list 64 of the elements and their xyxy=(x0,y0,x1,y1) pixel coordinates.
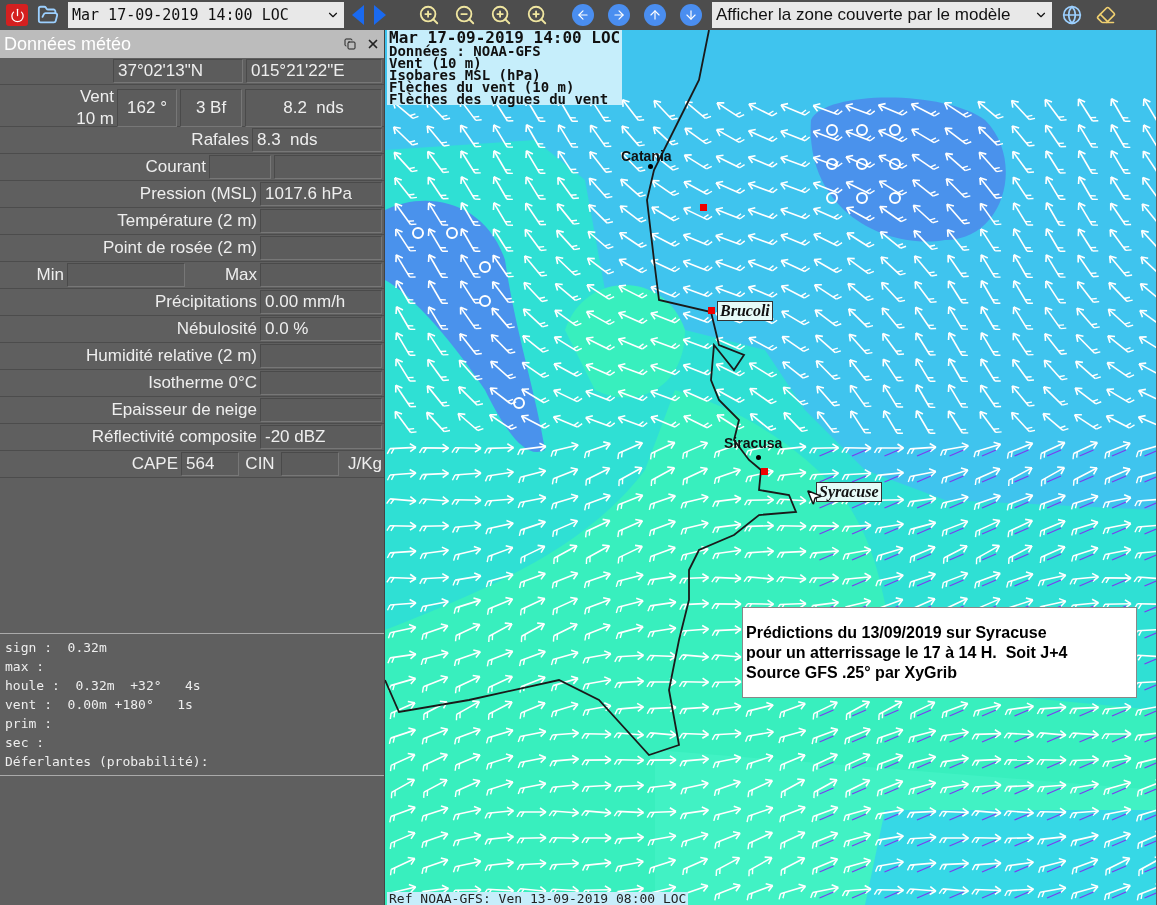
value-field: 37°02'13"N xyxy=(113,59,243,83)
field-label: Epaisseur de neige xyxy=(110,399,257,421)
pan-arrow-button[interactable] xyxy=(644,4,666,26)
field-label: Nébulosité xyxy=(175,318,257,340)
legend-line: Isobares MSL (hPa) xyxy=(389,69,541,81)
field-label: CAPE xyxy=(130,453,178,475)
wave-info-line: max : xyxy=(5,658,46,676)
legend-line: Vent (10 m) xyxy=(389,57,482,69)
waypoint-label[interactable]: Brucoli xyxy=(717,301,773,321)
value-field: 8.2 nds xyxy=(245,89,382,127)
value-field: 015°21'22"E xyxy=(246,59,382,83)
wave-info-line: sec : xyxy=(5,734,46,752)
field-label: Point de rosée (2 m) xyxy=(102,237,257,259)
field-label: 10 m xyxy=(76,108,114,130)
field-label: Min xyxy=(35,264,64,286)
value-field: 0.00 mm/h xyxy=(260,290,382,314)
legend-line: Données : NOAA-GFS xyxy=(389,45,542,57)
field-label: Précipitations xyxy=(153,291,257,313)
note-line: pour un atterrissage le 17 à 14 H. Soit J+4 xyxy=(746,643,1069,663)
wave-info-line: sign : 0.32m xyxy=(5,639,108,657)
field-label: Isotherme 0°C xyxy=(147,372,257,394)
field-label: Humidité relative (2 m) xyxy=(85,345,257,367)
wave-info-line: houle : 0.32m +32° 4s xyxy=(5,677,202,695)
power-button[interactable] xyxy=(6,4,28,26)
arrow-icon xyxy=(576,8,590,22)
arrow-icon xyxy=(612,8,626,22)
wave-info-line: Déferlantes (probabilité): xyxy=(5,753,210,771)
legend-line: Flèches des vagues du vent xyxy=(389,93,610,105)
restore-icon[interactable] xyxy=(344,38,356,50)
waypoint-label[interactable]: Syracuse xyxy=(816,482,882,502)
field-label: J/Kg xyxy=(346,453,382,475)
waypoint-marker-icon xyxy=(761,468,768,475)
date-dropdown[interactable]: Mar 17-09-2019 14:00 LOC xyxy=(68,2,344,28)
note-line: Source GFS .25° par XyGrib xyxy=(746,663,958,683)
wave-info-line: vent : 0.00m +180° 1s xyxy=(5,696,194,714)
map-footer: Ref NOAA-GFS: Ven 13-09-2019 08:00 LOC xyxy=(387,892,689,905)
note-line: Prédictions du 13/09/2019 sur Syracuse xyxy=(746,623,1048,643)
legend-line: Flèches du vent (10 m) xyxy=(389,81,575,93)
waypoint-marker-icon xyxy=(700,204,707,211)
zone-dropdown[interactable]: Afficher la zone couverte par le modèle xyxy=(712,2,1052,28)
panel-title: Données météo xyxy=(4,32,132,56)
wave-info-line: prim : xyxy=(5,715,53,733)
value-field: 3 Bf xyxy=(180,89,242,127)
pan-arrow-button[interactable] xyxy=(608,4,630,26)
close-icon[interactable] xyxy=(366,37,380,51)
pan-arrow-button[interactable] xyxy=(572,4,594,26)
value-field: 1017.6 hPa xyxy=(260,182,382,206)
value-field: 162 ° xyxy=(117,89,177,127)
field-label: Température (2 m) xyxy=(116,210,257,232)
value-field: 8.3 nds xyxy=(252,128,382,152)
field-label: Réflectivité composite xyxy=(90,426,257,448)
value-field: -20 dBZ xyxy=(260,425,382,449)
field-label: Courant xyxy=(144,156,206,178)
value-field: 0.0 % xyxy=(260,317,382,341)
field-label: Vent xyxy=(79,86,114,108)
field-label: CIN xyxy=(244,453,276,475)
waypoint-marker-icon xyxy=(708,307,715,314)
value-field: 564 xyxy=(181,452,239,476)
legend-line: Mar 17-09-2019 14:00 LOC xyxy=(389,30,621,45)
field-label: Max xyxy=(223,264,257,286)
field-label: Pression (MSL) xyxy=(138,183,257,205)
pan-arrow-button[interactable] xyxy=(680,4,702,26)
weather-map-drawing[interactable] xyxy=(385,30,1156,905)
field-label: Rafales xyxy=(190,129,249,151)
